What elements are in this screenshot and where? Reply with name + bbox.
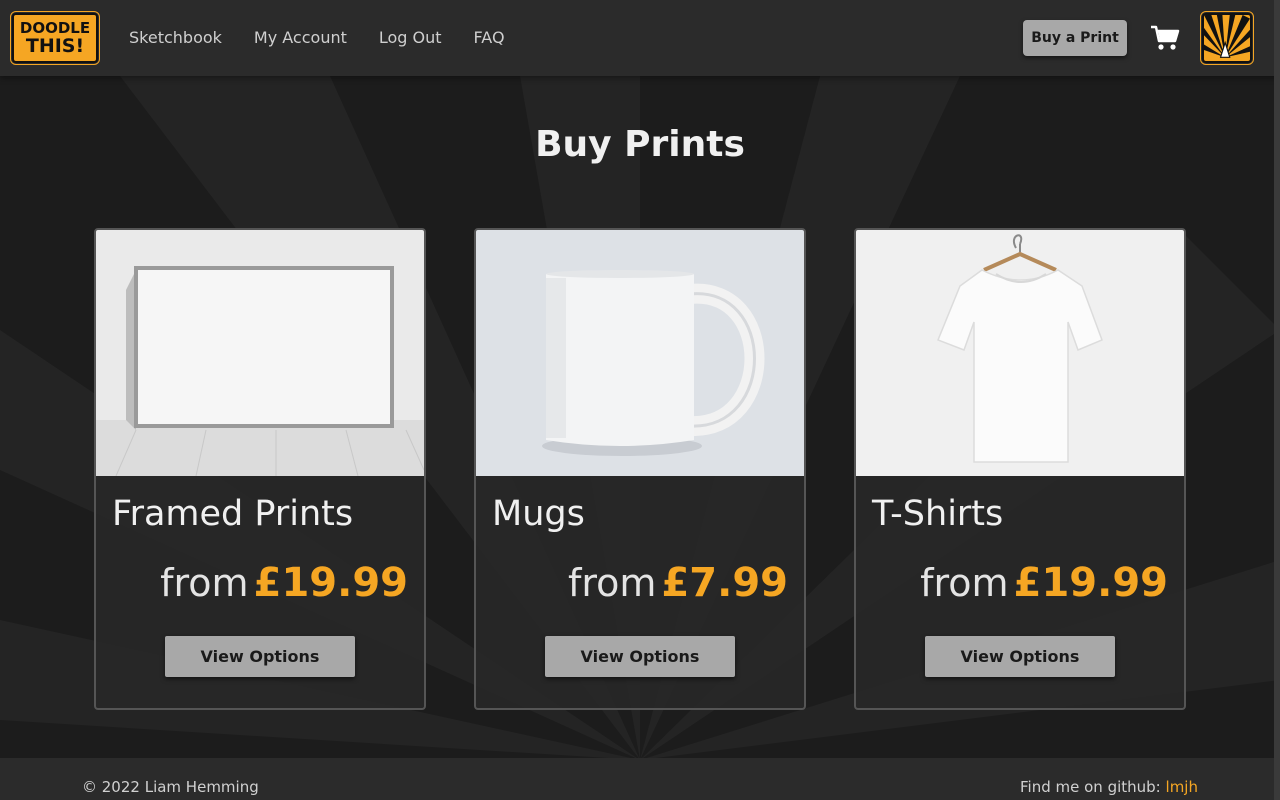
main-nav: Sketchbook My Account Log Out FAQ: [129, 28, 537, 47]
logo-text-line1: DOODLE: [19, 18, 91, 37]
card-price: from £7.99: [568, 560, 788, 606]
price-prefix: from: [567, 561, 657, 605]
nav-link-faq[interactable]: FAQ: [474, 28, 505, 47]
site-footer: © 2022 Liam Hemming Find me on github: l…: [0, 758, 1280, 800]
price-prefix: from: [160, 561, 249, 605]
price-prefix: from: [920, 561, 1009, 605]
product-card-t-shirts: T-Shirts from £19.99 View Options: [854, 228, 1186, 710]
view-options-button[interactable]: View Options: [165, 636, 355, 677]
view-options-button[interactable]: View Options: [925, 636, 1115, 677]
logo-text-line2: THIS!: [25, 34, 85, 57]
card-price: from £19.99: [160, 560, 408, 606]
scrollbar[interactable]: [1274, 0, 1280, 800]
framed-print-image: [96, 230, 424, 476]
card-title: Framed Prints: [112, 494, 354, 534]
view-options-button[interactable]: View Options: [545, 636, 735, 677]
page-title: Buy Prints: [535, 124, 745, 165]
site-logo[interactable]: DOODLE THIS!: [10, 11, 100, 65]
github-credit: Find me on github: lmjh: [1020, 778, 1198, 796]
product-card-framed-prints: Framed Prints from £19.99 View Options: [94, 228, 426, 710]
copyright-text: © 2022 Liam Hemming: [82, 778, 259, 796]
account-avatar[interactable]: [1200, 11, 1254, 65]
price-amount: £19.99: [1013, 560, 1168, 606]
card-title: T-Shirts: [872, 494, 1004, 534]
github-link[interactable]: lmjh: [1166, 778, 1198, 796]
card-price: from £19.99: [920, 560, 1168, 606]
price-amount: £7.99: [661, 560, 788, 606]
nav-link-log-out[interactable]: Log Out: [379, 28, 442, 47]
product-card-mugs: Mugs from £7.99 View Options: [474, 228, 806, 710]
buy-a-print-button[interactable]: Buy a Print: [1023, 20, 1127, 56]
shopping-cart-icon[interactable]: [1150, 24, 1180, 52]
mug-image: [476, 230, 804, 476]
tshirt-image: [856, 230, 1184, 476]
github-prefix: Find me on github:: [1020, 778, 1161, 796]
site-header: DOODLE THIS! Sketchbook My Account Log O…: [0, 0, 1280, 76]
price-amount: £19.99: [253, 560, 408, 606]
nav-link-sketchbook[interactable]: Sketchbook: [129, 28, 222, 47]
nav-link-my-account[interactable]: My Account: [254, 28, 347, 47]
card-title: Mugs: [492, 494, 585, 534]
pencil-sunburst-icon: [1204, 15, 1250, 58]
